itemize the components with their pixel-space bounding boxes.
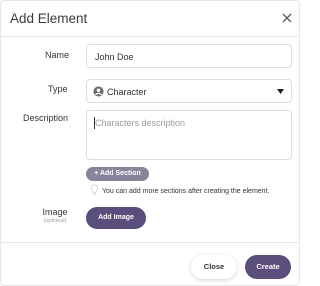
add-section-button[interactable]: + Add Section <box>86 167 149 181</box>
hint-text: You can add more sections after creating… <box>102 188 270 195</box>
add-image-button[interactable]: Add Image <box>86 207 146 229</box>
image-label: Image <box>42 207 68 217</box>
description-field[interactable] <box>86 110 292 160</box>
close-button[interactable]: Close <box>191 255 237 279</box>
dialog-title: Add Element <box>10 11 88 26</box>
type-label: Type <box>48 84 68 94</box>
name-label: Name <box>45 50 70 60</box>
lightbulb-icon <box>90 184 99 195</box>
close-icon[interactable] <box>280 11 294 25</box>
chevron-down-icon <box>277 89 284 94</box>
name-field[interactable]: John Doe <box>86 44 292 68</box>
dialog-header: Add Element <box>1 1 299 37</box>
type-value: Character <box>107 87 147 97</box>
person-icon <box>93 86 104 97</box>
create-button[interactable]: Create <box>245 255 291 279</box>
image-optional-label: (optional) <box>43 218 67 224</box>
text-cursor <box>94 117 95 129</box>
type-select[interactable]: Character <box>86 79 292 103</box>
add-element-dialog: Add Element Name John Doe Type Character… <box>0 0 300 286</box>
description-textarea[interactable] <box>88 112 290 158</box>
description-label: Description <box>23 113 69 123</box>
name-value: John Doe <box>95 52 134 62</box>
